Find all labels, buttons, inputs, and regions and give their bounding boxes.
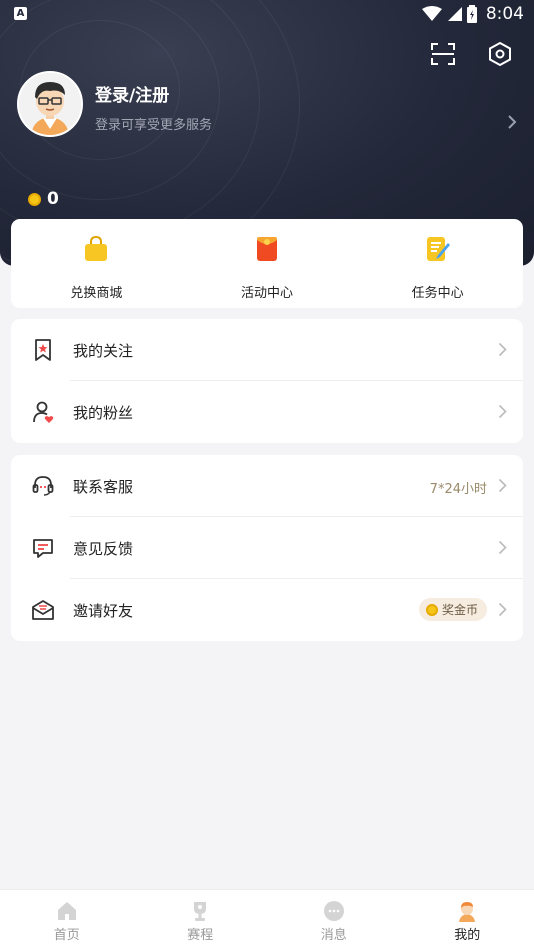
message-icon [323, 901, 344, 921]
quick-action-label: 任务中心 [411, 286, 464, 301]
menu-item-label: 我的粉丝 [73, 404, 134, 422]
trophy-icon [194, 902, 207, 921]
quick-action-activity-center[interactable]: 活动中心 [182, 219, 353, 308]
app-notification-icon: A [14, 7, 27, 20]
tab-messages[interactable]: 消息 [267, 890, 401, 950]
reward-coin-badge: 奖金币 [418, 598, 487, 621]
menu-item-my-follows[interactable]: 我的关注 [11, 319, 523, 381]
menu-item-customer-service[interactable]: 联系客服 7*24小时 [11, 455, 523, 517]
quick-actions-card: 兑换商城 活动中心 任务中心 [11, 219, 523, 308]
quick-action-label: 兑换商城 [70, 286, 123, 301]
quick-action-label: 活动中心 [241, 286, 294, 301]
signal-icon [447, 7, 462, 21]
settings-button[interactable] [486, 40, 514, 68]
login-entry[interactable]: 登录/注册 登录可享受更多服务 [17, 71, 517, 139]
battery-icon [466, 5, 477, 23]
headset-icon [32, 476, 54, 496]
menu-group-social: 我的关注 我的粉丝 [11, 319, 523, 443]
badge-label: 奖金币 [441, 603, 478, 617]
menu-item-label: 我的关注 [73, 342, 134, 360]
login-subtitle: 登录可享受更多服务 [95, 118, 213, 133]
login-title[interactable]: 登录/注册 [95, 81, 169, 106]
chevron-right-icon [498, 478, 507, 493]
menu-item-label: 联系客服 [73, 478, 134, 496]
quick-action-task-center[interactable]: 任务中心 [352, 219, 523, 308]
menu-item-label: 邀请好友 [73, 602, 134, 620]
scan-icon [431, 43, 455, 65]
feedback-icon [33, 539, 53, 558]
menu-item-feedback[interactable]: 意见反馈 [11, 517, 523, 579]
menu-item-my-fans[interactable]: 我的粉丝 [11, 381, 523, 443]
envelope-icon [32, 600, 54, 620]
menu-item-label: 意见反馈 [73, 540, 134, 558]
coin-count: 0 [47, 189, 59, 209]
task-note-icon [426, 237, 450, 261]
chevron-right-icon [498, 540, 507, 555]
chevron-right-icon [498, 602, 507, 617]
user-heart-icon [33, 401, 54, 423]
menu-item-invite-friends[interactable]: 邀请好友 奖金币 [11, 579, 523, 641]
avatar [17, 71, 83, 137]
coin-icon [425, 603, 438, 616]
scan-button[interactable] [429, 40, 457, 68]
coin-balance[interactable]: 0 [28, 189, 59, 209]
tab-mine[interactable]: 我的 [401, 890, 534, 950]
quick-action-exchange-mall[interactable]: 兑换商城 [11, 219, 182, 308]
tab-label: 我的 [454, 928, 481, 943]
tab-label: 首页 [53, 928, 80, 943]
tab-schedule[interactable]: 赛程 [134, 890, 268, 950]
bottom-tab-bar: 首页 赛程 消息 我的 [0, 889, 534, 950]
service-hours-text: 7*24小时 [429, 482, 487, 497]
wifi-icon [421, 6, 442, 21]
avatar-cartoon-icon [19, 73, 81, 135]
settings-hexagon-icon [489, 41, 511, 67]
clock: 8:04 [485, 4, 524, 24]
menu-group-support: 联系客服 7*24小时 意见反馈 邀请好友 奖金币 [11, 455, 523, 641]
chevron-right-icon [498, 404, 507, 419]
tab-label: 消息 [320, 928, 347, 943]
shopping-bag-icon [85, 235, 108, 261]
chevron-right-icon [508, 115, 517, 129]
bookmark-star-icon [35, 339, 51, 361]
red-envelope-icon [257, 237, 277, 261]
coin-icon [28, 192, 41, 206]
tab-home[interactable]: 首页 [0, 890, 134, 950]
chevron-right-icon [498, 342, 507, 357]
profile-icon [459, 902, 476, 922]
tab-label: 赛程 [187, 928, 214, 943]
status-bar: A 8:04 [0, 0, 534, 28]
home-icon [57, 902, 76, 920]
